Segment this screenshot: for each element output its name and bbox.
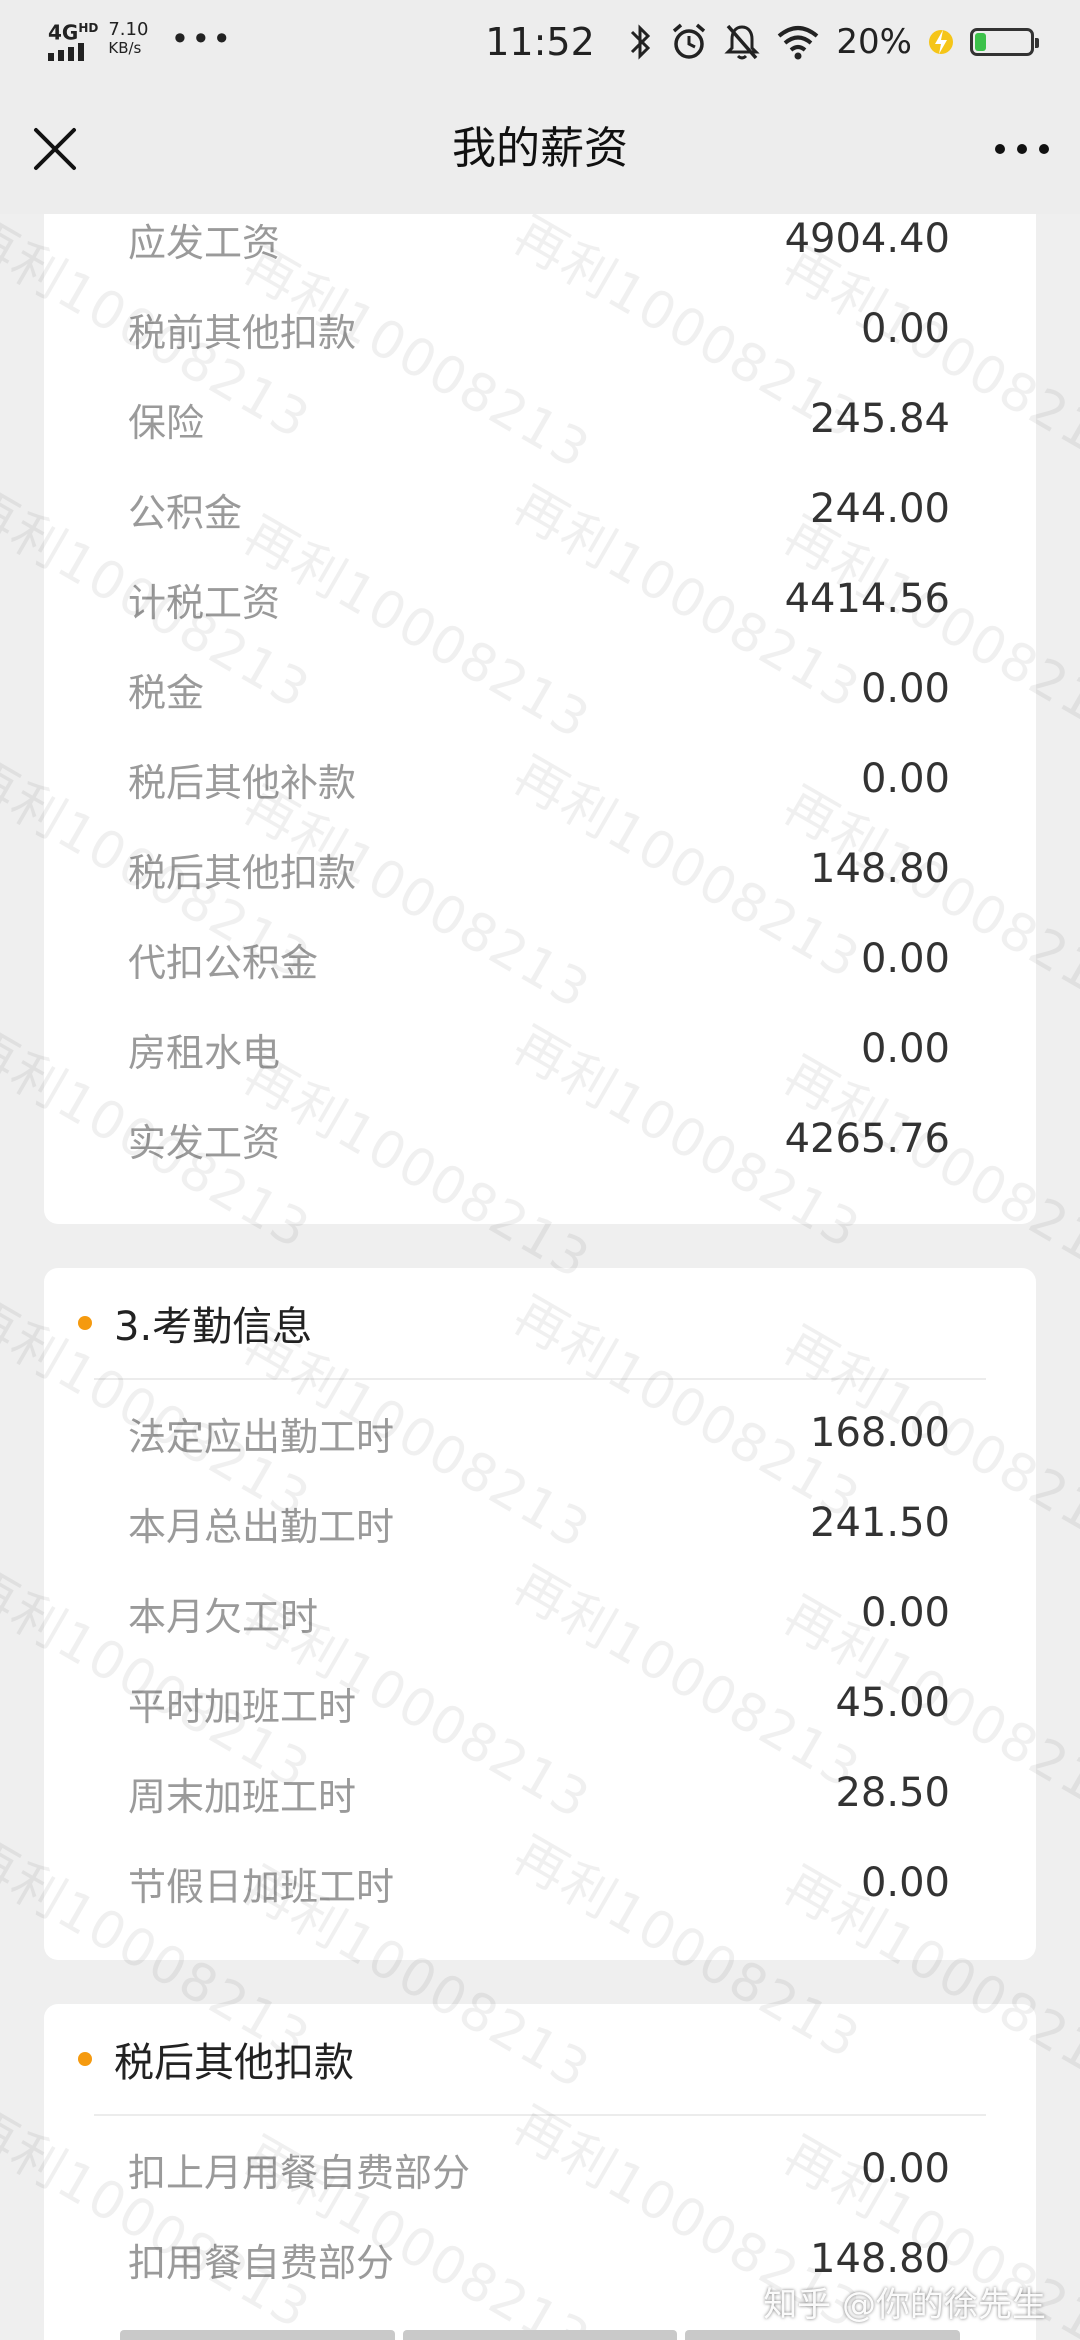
item-label: 税金 [128, 670, 205, 715]
status-right: 20% [628, 20, 1039, 64]
item-value: 0.00 [860, 756, 950, 802]
item-label: 税后其他扣款 [128, 850, 357, 895]
battery-percent: 20% [836, 22, 912, 62]
list-item: 税后其他补款 0.00 [44, 734, 1036, 824]
more-icon[interactable] [990, 122, 1054, 176]
list-item: 税金 0.00 [44, 644, 1036, 734]
wifi-icon [778, 26, 819, 60]
list-item: 应发工资 4904.40 [44, 214, 1036, 284]
item-value: 244.00 [810, 486, 950, 532]
item-label: 扣上月用餐自费部分 [128, 2150, 471, 2195]
salary-card: 应发工资 4904.40 税前其他扣款 0.00 保险 245.84 公积金 244.00 计税… [44, 214, 1036, 1224]
item-label: 周末加班工时 [128, 1774, 357, 1819]
list-item: 本月总出勤工时 241.50 [44, 1478, 1036, 1568]
divider [94, 2114, 986, 2116]
item-value: 0.00 [860, 936, 950, 982]
screen: 4GHD 7.10 KB/s ••• 11:52 20% 我的薪资 应发工资 4… [0, 0, 1080, 2340]
bottom-tab[interactable] [402, 2330, 678, 2340]
page-title: 我的薪资 [452, 123, 628, 174]
item-label: 扣用餐自费部分 [128, 2240, 395, 2285]
item-label: 法定应出勤工时 [128, 1414, 395, 1459]
bottom-tab[interactable] [685, 2330, 961, 2340]
item-label: 节假日加班工时 [128, 1864, 395, 1909]
item-label: 税后其他补款 [128, 760, 357, 805]
item-label: 平时加班工时 [128, 1684, 357, 1729]
item-value: 0.00 [860, 306, 950, 352]
item-label: 保险 [128, 400, 205, 445]
list-item: 房租水电 0.00 [44, 1004, 1036, 1094]
bullet-dot [78, 1316, 92, 1330]
item-value: 168.00 [810, 1410, 950, 1456]
bluetooth-icon [631, 24, 651, 60]
list-item: 保险 245.84 [44, 374, 1036, 464]
charging-icon [929, 30, 953, 54]
nav-bar: 我的薪资 [0, 84, 1080, 214]
list-item: 周末加班工时 28.50 [44, 1748, 1036, 1838]
divider [94, 1378, 986, 1380]
battery-fill [975, 33, 986, 51]
attendance-title: 3.考勤信息 [114, 1304, 313, 1350]
item-value: 148.80 [810, 846, 950, 892]
item-value: 0.00 [860, 1026, 950, 1072]
alarm-icon [673, 23, 706, 59]
content-scroll[interactable]: 应发工资 4904.40 税前其他扣款 0.00 保险 245.84 公积金 244.00 计税… [0, 214, 1080, 2340]
attendance-card: 3.考勤信息 法定应出勤工时 168.00 本月总出勤工时 241.50 本月欠工时 0.… [44, 1268, 1036, 1960]
list-item: 计税工资 4414.56 [44, 554, 1036, 644]
list-item: 税后其他扣款 148.80 [44, 824, 1036, 914]
item-label: 房租水电 [128, 1030, 281, 1075]
status-bar: 4GHD 7.10 KB/s ••• 11:52 20% [0, 0, 1080, 84]
attendance-header: 3.考勤信息 [44, 1268, 1036, 1378]
item-value: 148.80 [810, 2236, 950, 2282]
item-value: 0.00 [860, 1590, 950, 1636]
item-value: 4265.76 [784, 1116, 950, 1162]
bottom-tab-strip [120, 2330, 961, 2340]
bottom-tab[interactable] [120, 2330, 395, 2340]
item-value: 0.00 [860, 2146, 950, 2192]
item-value: 4904.40 [784, 216, 950, 262]
item-value: 4414.56 [784, 576, 950, 622]
bullet-dot [78, 2052, 92, 2066]
item-label: 应发工资 [128, 220, 281, 265]
list-item: 扣上月用餐自费部分 0.00 [44, 2124, 1036, 2214]
list-item: 本月欠工时 0.00 [44, 1568, 1036, 1658]
list-item: 公积金 244.00 [44, 464, 1036, 554]
list-item: 代扣公积金 0.00 [44, 914, 1036, 1004]
item-label: 本月欠工时 [128, 1594, 319, 1639]
item-label: 税前其他扣款 [128, 310, 357, 355]
deductions-title: 税后其他扣款 [114, 2040, 354, 2086]
credit-watermark: 知乎 @你的徐先生 [763, 2285, 1046, 2325]
item-label: 实发工资 [128, 1120, 281, 1165]
list-item: 法定应出勤工时 168.00 [44, 1388, 1036, 1478]
item-label: 计税工资 [128, 580, 281, 625]
item-label: 本月总出勤工时 [128, 1504, 395, 1549]
list-item: 平时加班工时 45.00 [44, 1658, 1036, 1748]
item-label: 公积金 [128, 490, 243, 535]
item-value: 0.00 [860, 666, 950, 712]
item-value: 245.84 [810, 396, 950, 442]
battery-icon [970, 28, 1039, 56]
list-item: 实发工资 4265.76 [44, 1094, 1036, 1184]
item-label: 代扣公积金 [128, 940, 319, 985]
list-item: 税前其他扣款 0.00 [44, 284, 1036, 374]
deductions-header: 税后其他扣款 [44, 2004, 1036, 2114]
mute-icon [724, 24, 761, 60]
list-item: 节假日加班工时 0.00 [44, 1838, 1036, 1928]
item-value: 241.50 [810, 1500, 950, 1546]
item-value: 45.00 [835, 1680, 950, 1726]
item-value: 28.50 [835, 1770, 950, 1816]
item-value: 0.00 [860, 1860, 950, 1906]
